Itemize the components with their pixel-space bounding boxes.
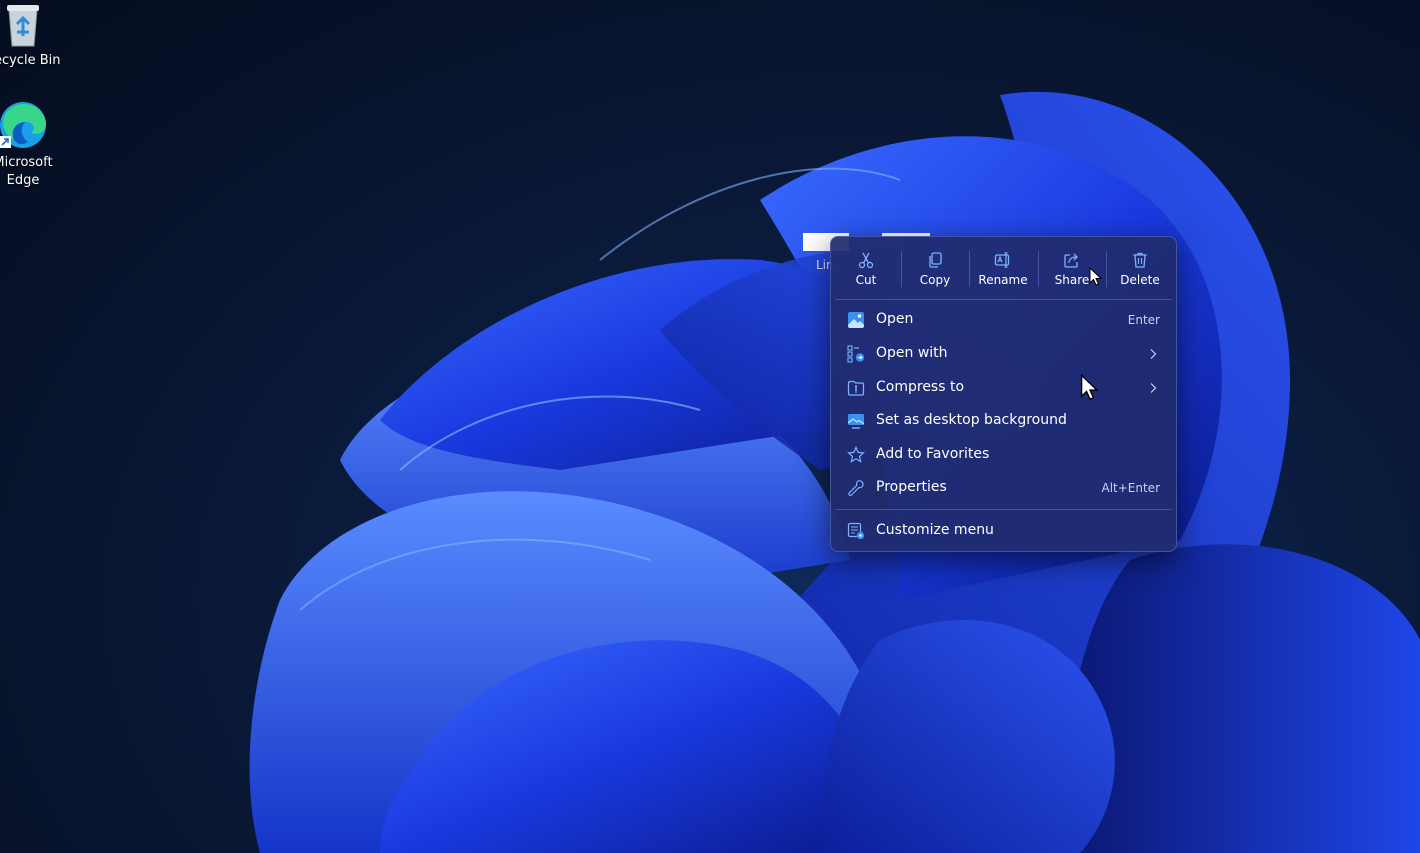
- menu-item-label: Set as desktop background: [876, 412, 1067, 428]
- recycle-bin-icon: [7, 5, 39, 47]
- menu-divider: [835, 299, 1172, 300]
- menu-item-label: Compress to: [876, 379, 965, 395]
- quick-actions-bar: Cut Copy Rename Share Delete: [831, 237, 1176, 299]
- desktop[interactable]: Recycle Bin Microsoft Edge Lin Cut: [0, 0, 1420, 853]
- desktop-icon-microsoft-edge[interactable]: Microsoft Edge: [0, 100, 68, 190]
- wrench-icon: [848, 480, 864, 497]
- cut-label: Cut: [855, 273, 877, 287]
- cut-button[interactable]: Cut: [833, 245, 899, 293]
- open-with-icon: [847, 345, 865, 363]
- desktop-icon-label: Recycle Bin: [0, 53, 61, 68]
- wallpaper-bloom: [249, 91, 1420, 853]
- menu-item-label: Properties: [876, 479, 947, 495]
- rename-label: Rename: [978, 273, 1028, 287]
- delete-label: Delete: [1120, 273, 1160, 287]
- context-menu: Cut Copy Rename Share Delete Open Enter …: [830, 236, 1177, 552]
- delete-button[interactable]: Delete: [1107, 245, 1173, 293]
- desktop-icon-label-line1: Microsoft: [0, 155, 53, 170]
- share-icon: [1064, 253, 1078, 268]
- mouse-cursor-icon: [1089, 267, 1103, 286]
- scissors-icon: [858, 252, 874, 269]
- trash-icon: [1133, 252, 1147, 268]
- rename-icon: [994, 252, 1010, 268]
- menu-item-customize-menu[interactable]: Customize menu: [835, 515, 1172, 547]
- chevron-right-icon: [1150, 349, 1157, 359]
- menu-item-shortcut: Alt+Enter: [1101, 481, 1160, 495]
- menu-item-set-desktop-background[interactable]: Set as desktop background: [835, 405, 1172, 437]
- star-icon: [847, 446, 865, 463]
- rename-button[interactable]: Rename: [970, 245, 1036, 293]
- customize-icon: [847, 522, 865, 540]
- desktop-background-icon: [847, 414, 865, 429]
- copy-button[interactable]: Copy: [902, 245, 968, 293]
- menu-item-label: Customize menu: [876, 522, 994, 538]
- mouse-cursor-icon: [1080, 374, 1099, 401]
- chevron-right-icon: [1150, 383, 1157, 393]
- desktop-icon-label-line2: Edge: [6, 173, 40, 188]
- copy-label: Copy: [919, 273, 951, 287]
- menu-item-properties[interactable]: Properties Alt+Enter: [835, 472, 1172, 504]
- menu-item-label: Add to Favorites: [876, 446, 990, 462]
- menu-item-label: Open with: [876, 345, 948, 361]
- compress-icon: [847, 380, 865, 396]
- menu-divider: [835, 509, 1172, 510]
- menu-item-label: Open: [876, 311, 914, 327]
- menu-item-compress-to[interactable]: Compress to: [835, 372, 1172, 404]
- menu-item-open[interactable]: Open Enter: [835, 304, 1172, 336]
- edge-icon: [0, 102, 46, 148]
- menu-item-shortcut: Enter: [1127, 313, 1160, 327]
- desktop-icon-recycle-bin[interactable]: Recycle Bin: [0, 2, 68, 70]
- copy-icon: [929, 252, 942, 268]
- image-icon: [848, 312, 864, 328]
- menu-item-add-to-favorites[interactable]: Add to Favorites: [835, 439, 1172, 471]
- menu-item-open-with[interactable]: Open with: [835, 338, 1172, 370]
